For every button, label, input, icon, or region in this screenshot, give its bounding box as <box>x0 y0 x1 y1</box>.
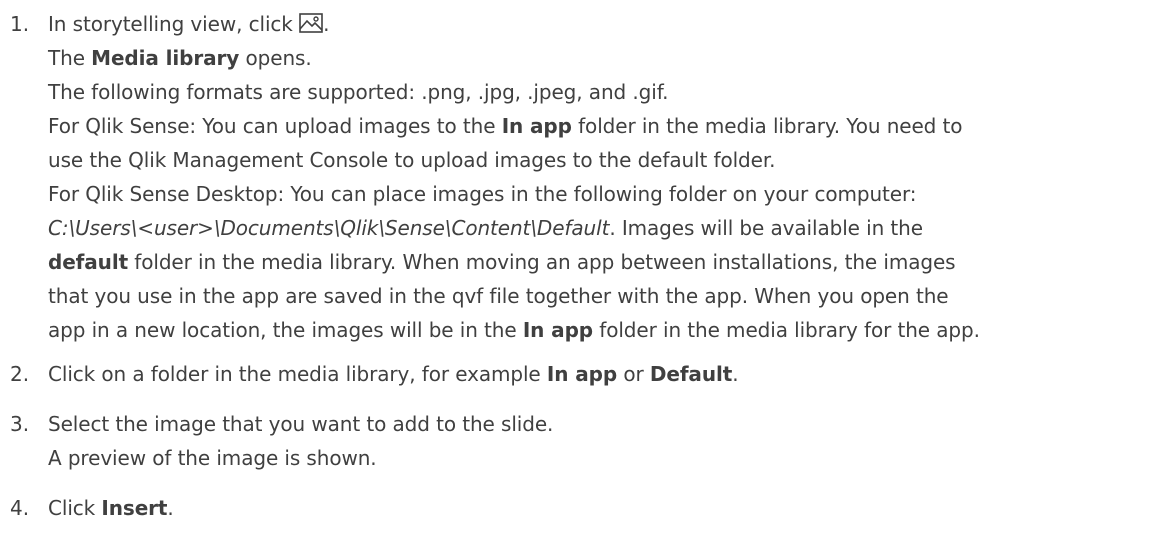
text-line: For Qlik Sense Desktop: You can place im… <box>48 182 917 206</box>
text-line: The Media library opens. <box>48 46 312 70</box>
text-line: In storytelling view, click . <box>48 12 330 36</box>
text-line: The following formats are supported: .pn… <box>48 80 669 104</box>
image-icon <box>299 13 323 33</box>
text-line: Select the image that you want to add to… <box>48 412 554 436</box>
step-number: 3. <box>10 412 30 436</box>
text-line: C:\Users\<user>\Documents\Qlik\Sense\Con… <box>48 216 923 240</box>
text-line: app in a new location, the images will b… <box>48 318 980 342</box>
text-line: Click on a folder in the media library, … <box>48 362 739 386</box>
step-text: Click Insert. <box>48 491 1162 525</box>
text-line: that you use in the app are saved in the… <box>48 284 949 308</box>
folder-path: C:\Users\<user>\Documents\Qlik\Sense\Con… <box>48 216 610 240</box>
step-number: 2. <box>10 362 30 386</box>
text-line: Click Insert. <box>48 496 174 520</box>
text-line: use the Qlik Management Console to uploa… <box>48 148 776 172</box>
step-text: Select the image that you want to add to… <box>48 407 1162 475</box>
text-line: default folder in the media library. Whe… <box>48 250 956 274</box>
step-text: Click on a folder in the media library, … <box>48 357 1162 391</box>
step-number: 1. <box>10 12 30 36</box>
step-text: In storytelling view, click . The Media … <box>48 7 1162 347</box>
text-line: For Qlik Sense: You can upload images to… <box>48 114 963 138</box>
step-number: 4. <box>10 496 30 520</box>
text-line: A preview of the image is shown. <box>48 446 377 470</box>
